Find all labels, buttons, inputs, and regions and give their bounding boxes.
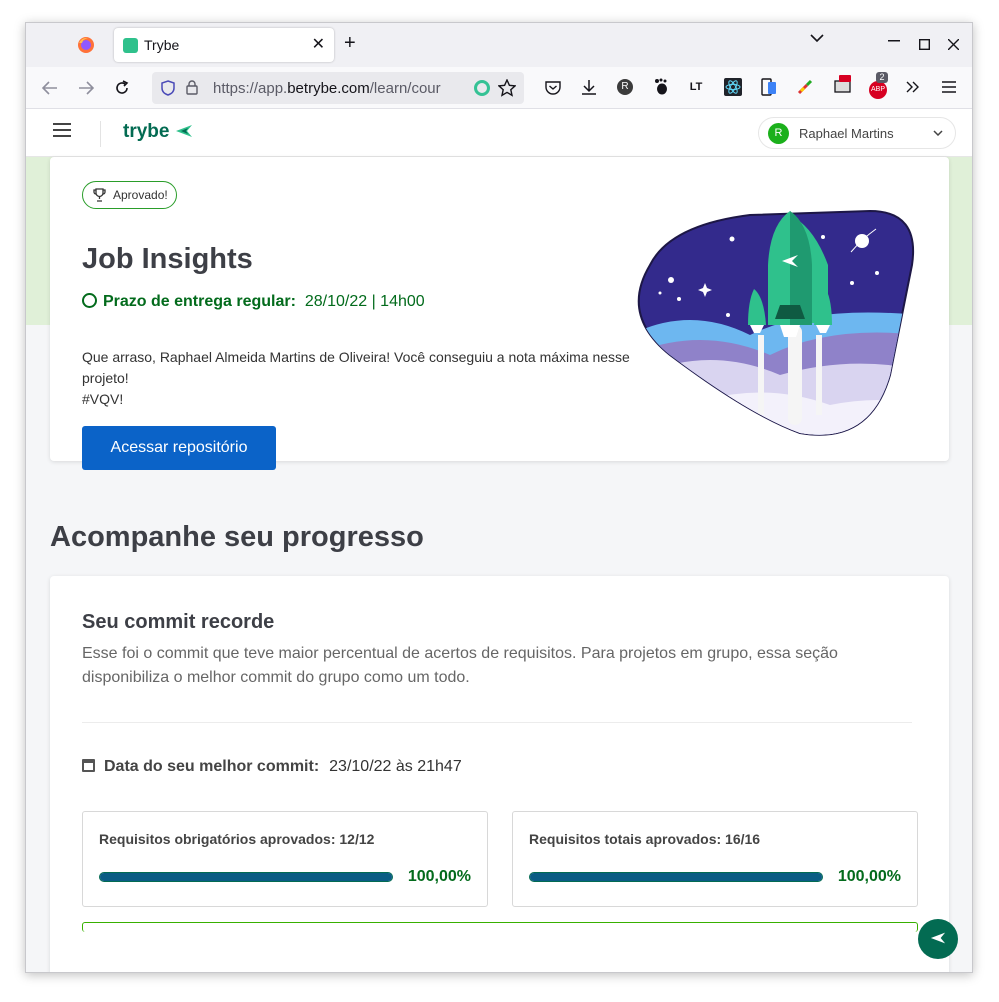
commit-record-card: Seu commit recorde Esse foi o commit que…	[50, 576, 949, 972]
approved-badge-label: Aprovado!	[113, 188, 168, 202]
address-bar[interactable]: https://app.betrybe.com/learn/cour	[152, 72, 524, 104]
trybe-logo-icon	[175, 125, 192, 137]
maximize-icon[interactable]	[919, 39, 930, 50]
tab-close-icon[interactable]: ✕	[312, 34, 325, 54]
header-divider	[100, 121, 101, 147]
requirement-percent: 100,00%	[837, 868, 901, 885]
reload-icon[interactable]	[114, 80, 130, 96]
tab-strip: Trybe ✕ +	[26, 23, 972, 67]
list-tabs-icon[interactable]	[810, 33, 824, 43]
responsive-viewer-icon[interactable]	[761, 78, 777, 96]
calendar-icon	[82, 759, 95, 772]
app-menu-icon[interactable]	[942, 81, 956, 93]
trybe-logo[interactable]: trybe	[123, 121, 193, 143]
color-picker-icon[interactable]	[797, 79, 813, 95]
total-requirements-box: Requisitos totais aprovados: 16/16 100,0…	[512, 811, 918, 907]
best-commit-date: Data do seu melhor commit: 23/10/22 às 21…	[82, 758, 462, 776]
tab-trybe[interactable]: Trybe ✕	[114, 28, 334, 62]
progress-bar-fill	[100, 873, 392, 881]
next-section-border	[82, 922, 918, 932]
chevron-down-icon	[933, 130, 943, 136]
hamburger-menu-icon[interactable]	[53, 123, 71, 141]
progress-bar	[99, 872, 393, 882]
downloads-icon[interactable]	[581, 79, 597, 95]
hashtag-text: #VQV!	[82, 391, 124, 407]
screen-capture-icon[interactable]	[833, 74, 853, 96]
trybe-favicon-icon	[123, 38, 138, 53]
alert-circle-icon	[82, 293, 97, 308]
commit-record-title: Seu commit recorde	[82, 611, 275, 633]
close-window-icon[interactable]	[948, 39, 959, 50]
progress-bar	[529, 872, 823, 882]
bookmark-star-icon[interactable]	[498, 79, 516, 97]
deadline: Prazo de entrega regular: 28/10/22 | 14h…	[82, 293, 425, 311]
web-page: trybe R Raphael Martins Aprovado! Job In…	[26, 109, 972, 972]
trybe-logo-icon	[930, 932, 946, 944]
forward-icon[interactable]	[78, 81, 94, 95]
new-tab-button[interactable]: +	[344, 32, 356, 55]
required-requirements-box: Requisitos obrigatórios aprovados: 12/12…	[82, 811, 488, 907]
r-extension-icon[interactable]: R	[617, 79, 633, 95]
best-commit-value: 23/10/22 às 21h47	[329, 758, 462, 775]
deadline-value: 28/10/22 | 14h00	[304, 293, 425, 310]
gnome-extension-icon[interactable]	[653, 78, 669, 95]
requirement-label: Requisitos obrigatórios aprovados: 12/12	[99, 831, 375, 847]
trybe-assistant-button[interactable]	[918, 919, 958, 959]
user-menu[interactable]: R Raphael Martins	[758, 117, 956, 149]
react-devtools-icon[interactable]	[724, 78, 742, 96]
languagetool-icon[interactable]: LT	[688, 79, 704, 95]
requirement-label: Requisitos totais aprovados: 16/16	[529, 831, 761, 847]
progress-bar-fill	[530, 873, 822, 881]
app-header: trybe R Raphael Martins	[26, 109, 972, 157]
navigation-toolbar: https://app.betrybe.com/learn/cour R LT …	[26, 67, 972, 109]
adblock-badge: 2	[876, 72, 888, 83]
firefox-icon[interactable]	[76, 35, 96, 55]
minimize-icon[interactable]	[888, 40, 900, 42]
project-title: Job Insights	[82, 243, 253, 275]
approved-badge: Aprovado!	[82, 181, 177, 209]
progress-section-title: Acompanhe seu progresso	[50, 521, 424, 553]
commit-record-description: Esse foi o commit que teve maior percent…	[82, 645, 838, 686]
browser-window: Trybe ✕ + https://app.betrybe.com/learn/…	[25, 22, 973, 973]
pocket-icon[interactable]	[545, 80, 561, 95]
congrats-text: Que arraso, Raphael Almeida Martins de O…	[82, 349, 630, 386]
trophy-icon	[93, 188, 106, 202]
adblock-plus-icon[interactable]: ABP	[869, 81, 887, 99]
more-tools-icon[interactable]	[906, 81, 920, 93]
extension-circle-icon[interactable]	[474, 80, 490, 96]
tracking-protection-icon[interactable]	[161, 80, 175, 96]
back-icon[interactable]	[42, 81, 58, 95]
user-name: Raphael Martins	[799, 126, 894, 141]
url-text[interactable]: https://app.betrybe.com/learn/cour	[213, 80, 463, 97]
access-repository-button[interactable]: Acessar repositório	[82, 426, 276, 470]
congrats-message: Que arraso, Raphael Almeida Martins de O…	[82, 347, 642, 410]
rocket-illustration	[637, 209, 915, 436]
lock-icon[interactable]	[186, 80, 198, 95]
best-commit-label: Data do seu melhor commit:	[104, 758, 320, 775]
project-card: Aprovado! Job Insights Prazo de entrega …	[50, 157, 949, 470]
deadline-label: Prazo de entrega regular:	[103, 293, 296, 310]
avatar: R	[768, 123, 789, 144]
requirement-percent: 100,00%	[407, 868, 471, 885]
card-divider	[82, 722, 912, 723]
tab-title: Trybe	[144, 37, 180, 53]
